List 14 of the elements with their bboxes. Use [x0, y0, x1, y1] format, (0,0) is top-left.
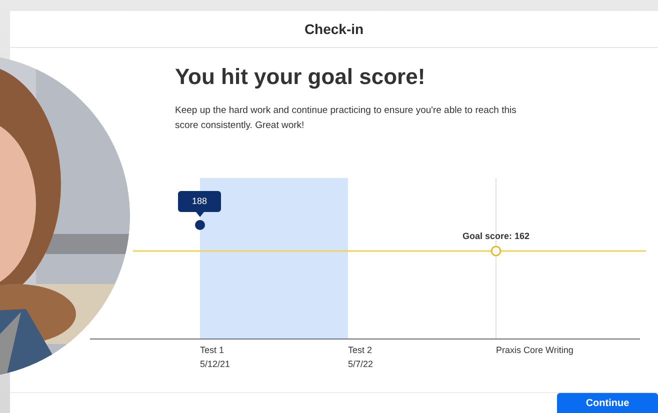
category-label: Test 1: [200, 344, 224, 357]
score-tooltip: [178, 191, 221, 217]
goal-label: Goal score: 162: [461, 230, 531, 243]
score-point: [195, 220, 205, 230]
category-label: Praxis Core Writing: [496, 344, 574, 357]
headline: You hit your goal score!: [175, 63, 426, 91]
date-label: 5/7/22: [348, 358, 374, 371]
category-label: Test 2: [348, 344, 372, 357]
score-label: 188: [190, 195, 208, 207]
goal-marker: [490, 246, 502, 256]
date-label: 5/12/21: [200, 358, 230, 371]
message-text: Keep up the hard work and continue practicing to ensure you're able to reach this score consistently. Great work!: [175, 104, 518, 133]
dialog-title: Check-in: [304, 20, 364, 38]
continue-button[interactable]: Continue: [557, 393, 658, 413]
